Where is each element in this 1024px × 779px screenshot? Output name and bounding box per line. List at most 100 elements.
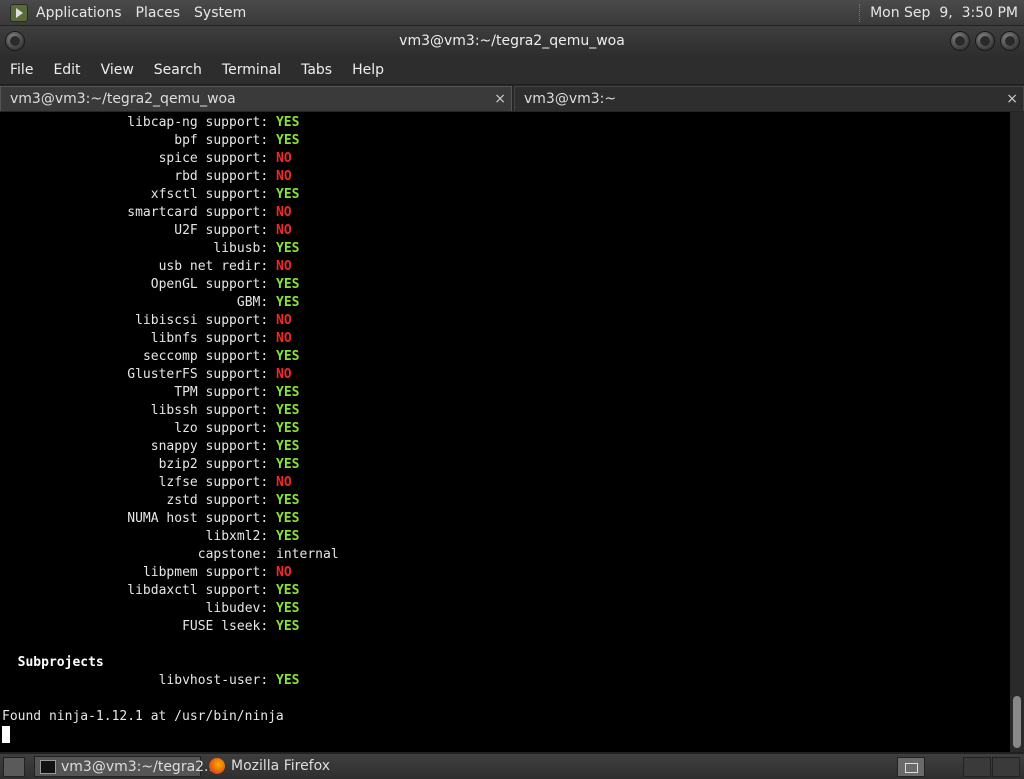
feature-label: libusb: (213, 241, 269, 256)
feature-label: rbd support: (174, 169, 269, 184)
feature-value: NO (276, 223, 292, 238)
menu-applications[interactable]: Applications (36, 5, 122, 21)
feature-value: YES (276, 187, 300, 202)
feature-value: NO (276, 331, 292, 346)
feature-label: libdaxctl support: (127, 583, 269, 598)
terminal-scrollbar[interactable] (1010, 112, 1024, 752)
feature-value: YES (276, 673, 300, 688)
feature-label: libpmem support: (142, 565, 269, 580)
feature-label: zstd support: (166, 493, 269, 508)
workspace-3[interactable] (992, 757, 1020, 777)
feature-value: YES (275, 511, 300, 526)
workspace-window-icon (905, 763, 918, 773)
feature-label: spice support: (158, 151, 269, 166)
feature-label: smartcard support: (127, 205, 269, 220)
window-title: vm3@vm3:~/tegra2_qemu_woa (399, 33, 625, 49)
workspace-2[interactable] (963, 757, 991, 777)
feature-label: libvhost-user: (158, 673, 269, 688)
feature-label: bpf support: (174, 133, 269, 148)
terminal-output[interactable]: libcap-ng support: YES bpf support: YES sp… (0, 112, 1010, 752)
minimize-button[interactable] (950, 31, 970, 51)
close-button[interactable] (1000, 31, 1020, 51)
feature-value: YES (276, 529, 300, 544)
feature-value: YES (276, 421, 300, 436)
tab-tegra2-qemu-woa[interactable]: vm3@vm3:~/tegra2_qemu_woa × (0, 86, 512, 111)
feature-value: NO (276, 169, 292, 184)
feature-line: libnfs support: NO (151, 330, 292, 348)
feature-label: bzip2 support: (158, 457, 269, 472)
workspace-1[interactable] (897, 757, 925, 777)
window-titlebar[interactable]: vm3@vm3:~/tegra2_qemu_woa (0, 26, 1024, 56)
feature-label: libcap-ng support: (127, 115, 269, 130)
feature-line: lzfse support: NO (159, 474, 292, 492)
feature-value: YES (275, 115, 300, 130)
menu-file[interactable]: File (10, 62, 33, 78)
feature-value: YES (276, 403, 300, 418)
menu-places[interactable]: Places (136, 5, 181, 21)
feature-line: usb net redir: NO (159, 258, 292, 276)
menu-search[interactable]: Search (154, 62, 202, 78)
feature-value: NO (275, 367, 292, 382)
feature-line: libpmem support: NO (143, 564, 292, 582)
feature-label: usb net redir: (158, 259, 269, 274)
clock[interactable]: Mon Sep 9, 3:50 PM (870, 5, 1018, 21)
tab-label: vm3@vm3:~ (524, 91, 617, 107)
taskbar-item-firefox[interactable]: Mozilla Firefox (205, 756, 335, 777)
feature-line: rbd support: NO (174, 168, 291, 186)
feature-label: libssh support: (150, 403, 269, 418)
feature-line: libcap-ng support: YES (127, 114, 299, 132)
menu-tabs[interactable]: Tabs (301, 62, 332, 78)
feature-label: capstone: (197, 547, 269, 562)
menu-view[interactable]: View (101, 62, 134, 78)
maximize-button[interactable] (975, 31, 995, 51)
applications-icon[interactable] (10, 3, 28, 22)
feature-line: libdaxctl support: YES (127, 582, 299, 600)
feature-label: FUSE lseek: (182, 619, 269, 634)
menu-terminal[interactable]: Terminal (222, 62, 281, 78)
subprojects-heading: Subprojects (17, 655, 104, 670)
feature-line: libxml2: YES (206, 528, 300, 546)
feature-value: YES (276, 295, 300, 310)
feature-label: libiscsi support: (135, 313, 269, 328)
firefox-icon (209, 758, 225, 774)
taskbar-item-terminal[interactable]: vm3@vm3:~/tegra2... (34, 756, 217, 777)
taskbar-label: vm3@vm3:~/tegra2... (61, 759, 218, 775)
feature-label: NUMA host support: (127, 511, 269, 526)
panel-separator (859, 3, 862, 22)
feature-value: YES (276, 133, 300, 148)
feature-value: YES (276, 493, 300, 508)
feature-label: seccomp support: (142, 349, 269, 364)
feature-label: TPM support: (174, 385, 269, 400)
tab-bar: vm3@vm3:~/tegra2_qemu_woa × vm3@vm3:~ × (0, 85, 1024, 112)
feature-value: YES (275, 583, 300, 598)
tab-close-icon[interactable]: × (494, 87, 506, 112)
feature-label: libxml2: (205, 529, 269, 544)
show-desktop-button[interactable] (3, 757, 25, 777)
feature-value: YES (276, 277, 300, 292)
feature-line: smartcard support: NO (127, 204, 291, 222)
menu-help[interactable]: Help (352, 62, 384, 78)
feature-line: bpf support: YES (174, 132, 299, 150)
feature-line: capstone: internal (198, 546, 339, 564)
scrollbar-thumb[interactable] (1013, 696, 1021, 748)
feature-label: snappy support: (150, 439, 269, 454)
tab-close-icon[interactable]: × (1006, 87, 1018, 112)
feature-line: libudev: YES (206, 600, 300, 618)
feature-value: NO (275, 205, 292, 220)
feature-value: NO (276, 475, 292, 490)
menu-system[interactable]: System (194, 5, 246, 21)
terminal-cursor (2, 726, 10, 743)
top-panel: Applications Places System Mon Sep 9, 3:… (0, 0, 1024, 26)
feature-line: zstd support: YES (166, 492, 299, 510)
menu-edit[interactable]: Edit (53, 62, 80, 78)
feature-label: lzfse support: (158, 475, 269, 490)
feature-line: GlusterFS support: NO (127, 366, 291, 384)
tab-home[interactable]: vm3@vm3:~ × (514, 86, 1024, 111)
feature-line: libssh support: YES (151, 402, 300, 420)
terminal-icon (40, 760, 56, 774)
feature-value: YES (276, 457, 300, 472)
feature-label: GBM: (236, 295, 269, 310)
feature-value: YES (276, 601, 300, 616)
feature-line: spice support: NO (159, 150, 292, 168)
feature-value: YES (276, 619, 300, 634)
